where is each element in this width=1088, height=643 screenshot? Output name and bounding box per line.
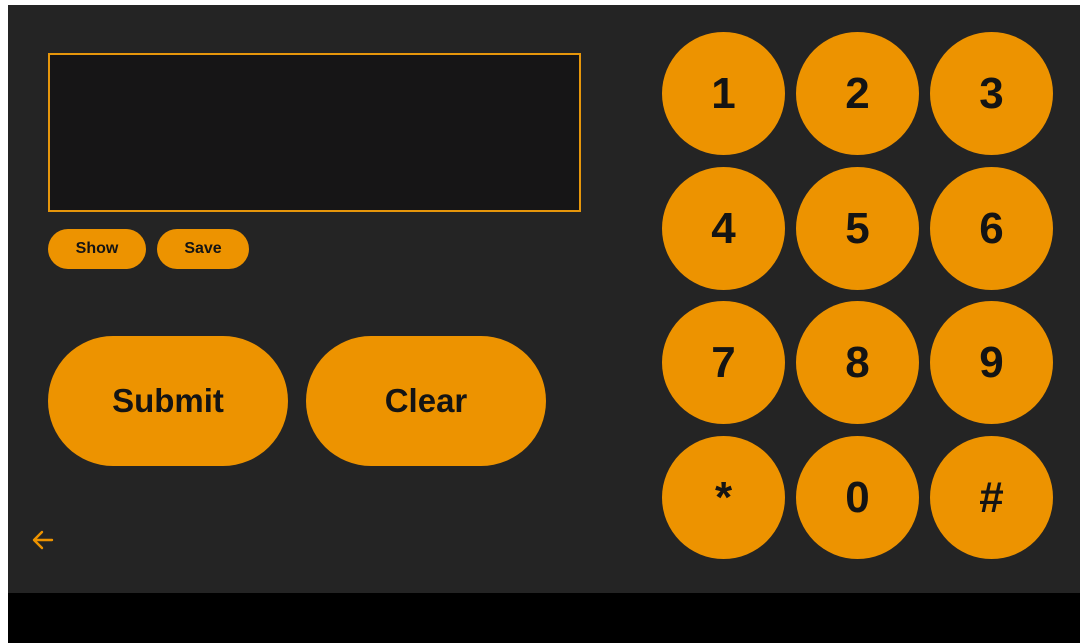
submit-button[interactable]: Submit: [48, 336, 288, 466]
clear-button[interactable]: Clear: [306, 336, 546, 466]
key-7[interactable]: 7: [662, 301, 785, 424]
code-display: [48, 53, 581, 212]
arrow-left-icon[interactable]: [30, 527, 56, 553]
key-9[interactable]: 9: [930, 301, 1053, 424]
key-0[interactable]: 0: [796, 436, 919, 559]
key-star[interactable]: *: [662, 436, 785, 559]
key-2[interactable]: 2: [796, 32, 919, 155]
key-3[interactable]: 3: [930, 32, 1053, 155]
key-8[interactable]: 8: [796, 301, 919, 424]
key-hash[interactable]: #: [930, 436, 1053, 559]
key-6[interactable]: 6: [930, 167, 1053, 290]
system-navigation-bar: [8, 593, 1080, 643]
save-button[interactable]: Save: [157, 229, 249, 269]
key-5[interactable]: 5: [796, 167, 919, 290]
key-4[interactable]: 4: [662, 167, 785, 290]
show-button[interactable]: Show: [48, 229, 146, 269]
key-1[interactable]: 1: [662, 32, 785, 155]
